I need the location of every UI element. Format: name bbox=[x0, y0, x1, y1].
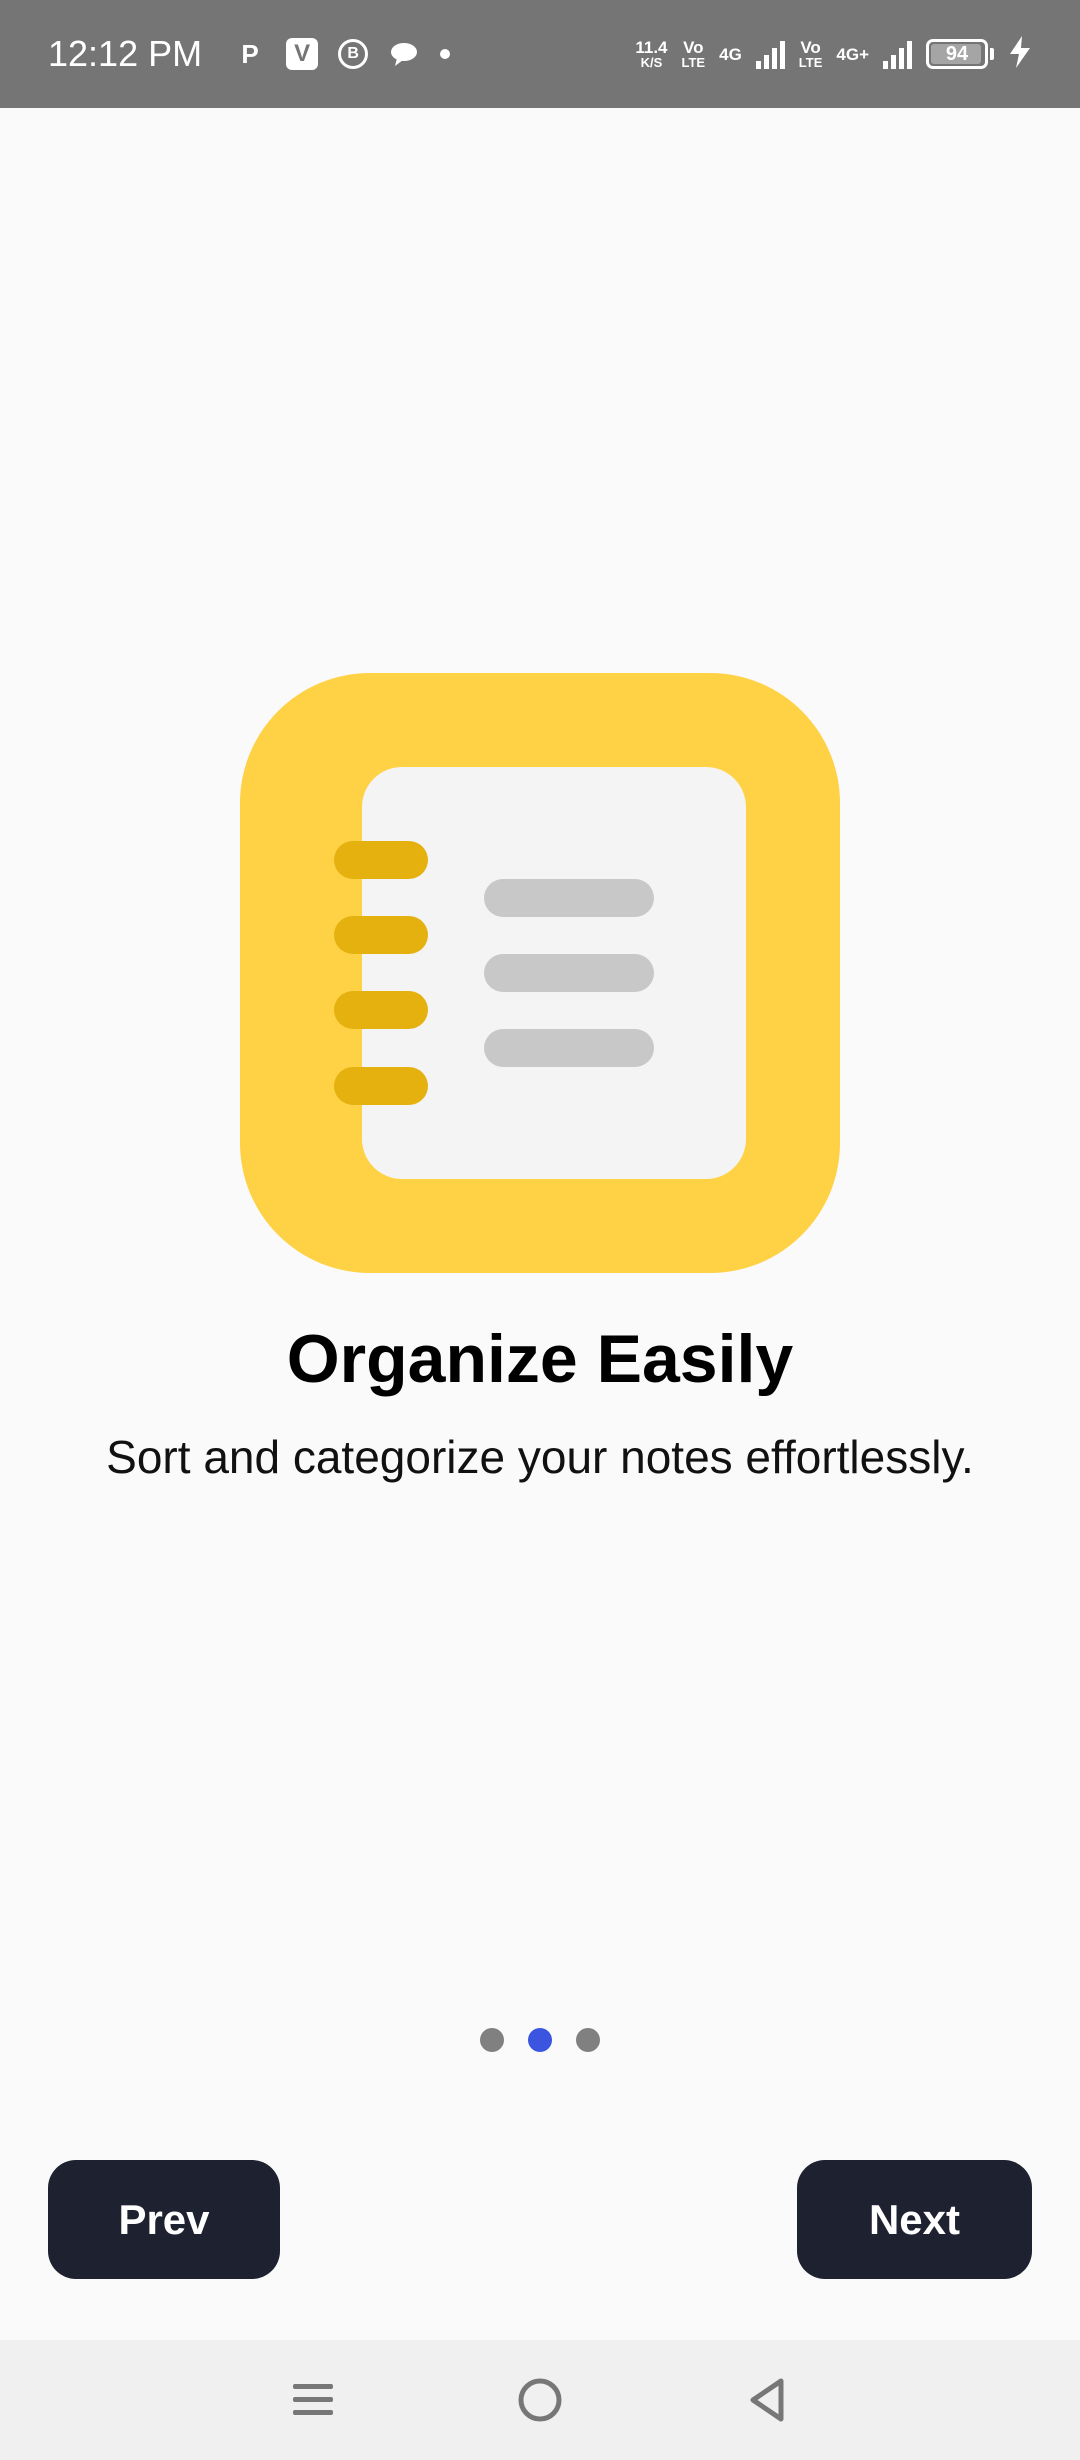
notebook-ring bbox=[334, 991, 428, 1029]
status-time: 12:12 PM bbox=[48, 33, 203, 74]
notification-icons: P V B bbox=[234, 38, 451, 70]
page-dot[interactable] bbox=[480, 2028, 504, 2052]
notebook-ring bbox=[334, 1067, 428, 1105]
notebook-line bbox=[484, 954, 654, 992]
notebook-line bbox=[484, 1029, 654, 1067]
battery-tip bbox=[990, 48, 994, 60]
volte-indicator-1: Vo LTE bbox=[681, 38, 706, 70]
p-app-icon: P bbox=[241, 38, 259, 69]
notebook-line bbox=[484, 879, 654, 917]
system-icons: 11.4 K/S Vo LTE 4G Vo LTE 4G+ 94 bbox=[635, 35, 1032, 73]
dot-icon bbox=[440, 49, 451, 59]
back-icon[interactable] bbox=[737, 2370, 797, 2430]
signal-strength-2-icon bbox=[883, 39, 912, 69]
home-icon[interactable] bbox=[510, 2370, 570, 2430]
sim1-network-type: 4G bbox=[719, 44, 742, 64]
menu-icon[interactable] bbox=[283, 2370, 343, 2430]
notebook-illustration-icon bbox=[240, 673, 840, 1273]
page-dot[interactable] bbox=[576, 2028, 600, 2052]
b-app-icon: B bbox=[338, 39, 369, 69]
prev-button[interactable]: Prev bbox=[48, 2160, 280, 2279]
network-speed: 11.4 K/S bbox=[635, 38, 668, 70]
charging-icon bbox=[1008, 35, 1032, 73]
onboarding-title: Organize Easily bbox=[286, 1321, 794, 1397]
next-button[interactable]: Next bbox=[797, 2160, 1032, 2279]
battery-icon: 94 bbox=[926, 39, 988, 69]
onboarding-subtitle: Sort and categorize your notes effortles… bbox=[106, 1431, 974, 1483]
chat-icon bbox=[388, 38, 420, 70]
system-nav-bar bbox=[0, 2340, 1080, 2460]
notebook-ring bbox=[334, 916, 428, 954]
page-dot-active[interactable] bbox=[528, 2028, 552, 2052]
signal-strength-icon bbox=[755, 39, 785, 69]
v-app-icon: V bbox=[286, 38, 319, 70]
notebook-ring bbox=[334, 841, 428, 879]
status-bar: 12:12 PM P V B 11.4 K/S Vo LTE 4G Vo LTE… bbox=[0, 0, 1080, 108]
sim2-network-type: 4G+ bbox=[836, 44, 869, 64]
volte-indicator-2: Vo LTE bbox=[798, 38, 823, 70]
page-indicator bbox=[0, 2028, 1080, 2052]
